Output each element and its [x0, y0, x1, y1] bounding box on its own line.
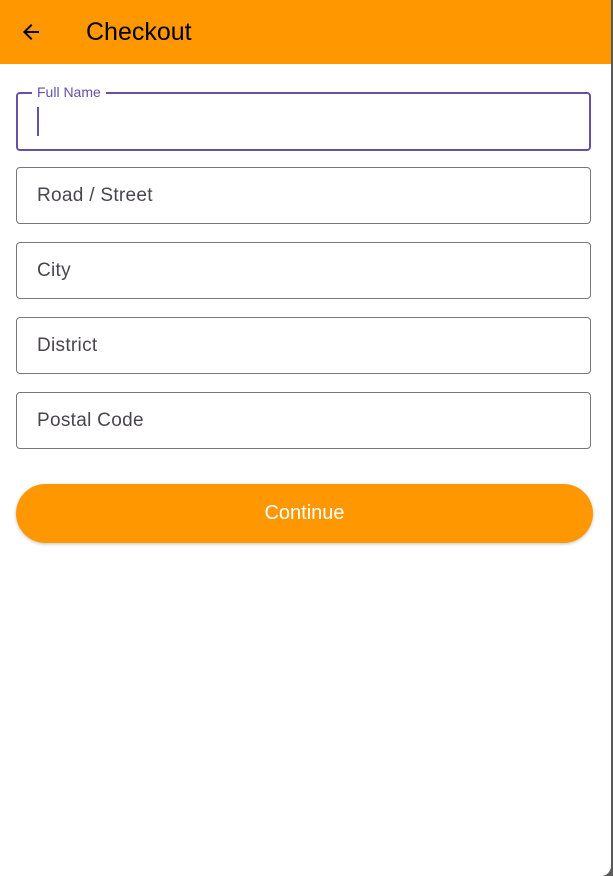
checkout-screen: Checkout Full Name Road / Street City Di… [0, 0, 611, 876]
postal-code-placeholder: Postal Code [37, 409, 144, 431]
city-input[interactable]: City [16, 242, 591, 299]
city-placeholder: City [37, 259, 71, 281]
road-street-input[interactable]: Road / Street [16, 167, 591, 224]
app-bar: Checkout [0, 0, 611, 64]
text-cursor [37, 107, 39, 136]
continue-button[interactable]: Continue [16, 484, 593, 543]
district-input[interactable]: District [16, 317, 591, 374]
full-name-input[interactable]: Full Name [16, 84, 591, 151]
full-name-label: Full Name [32, 84, 106, 100]
postal-code-input[interactable]: Postal Code [16, 392, 591, 449]
road-street-placeholder: Road / Street [37, 184, 153, 206]
arrow-left-icon [23, 24, 39, 40]
back-button[interactable] [19, 20, 43, 44]
district-placeholder: District [37, 334, 98, 356]
page-title: Checkout [86, 17, 192, 46]
